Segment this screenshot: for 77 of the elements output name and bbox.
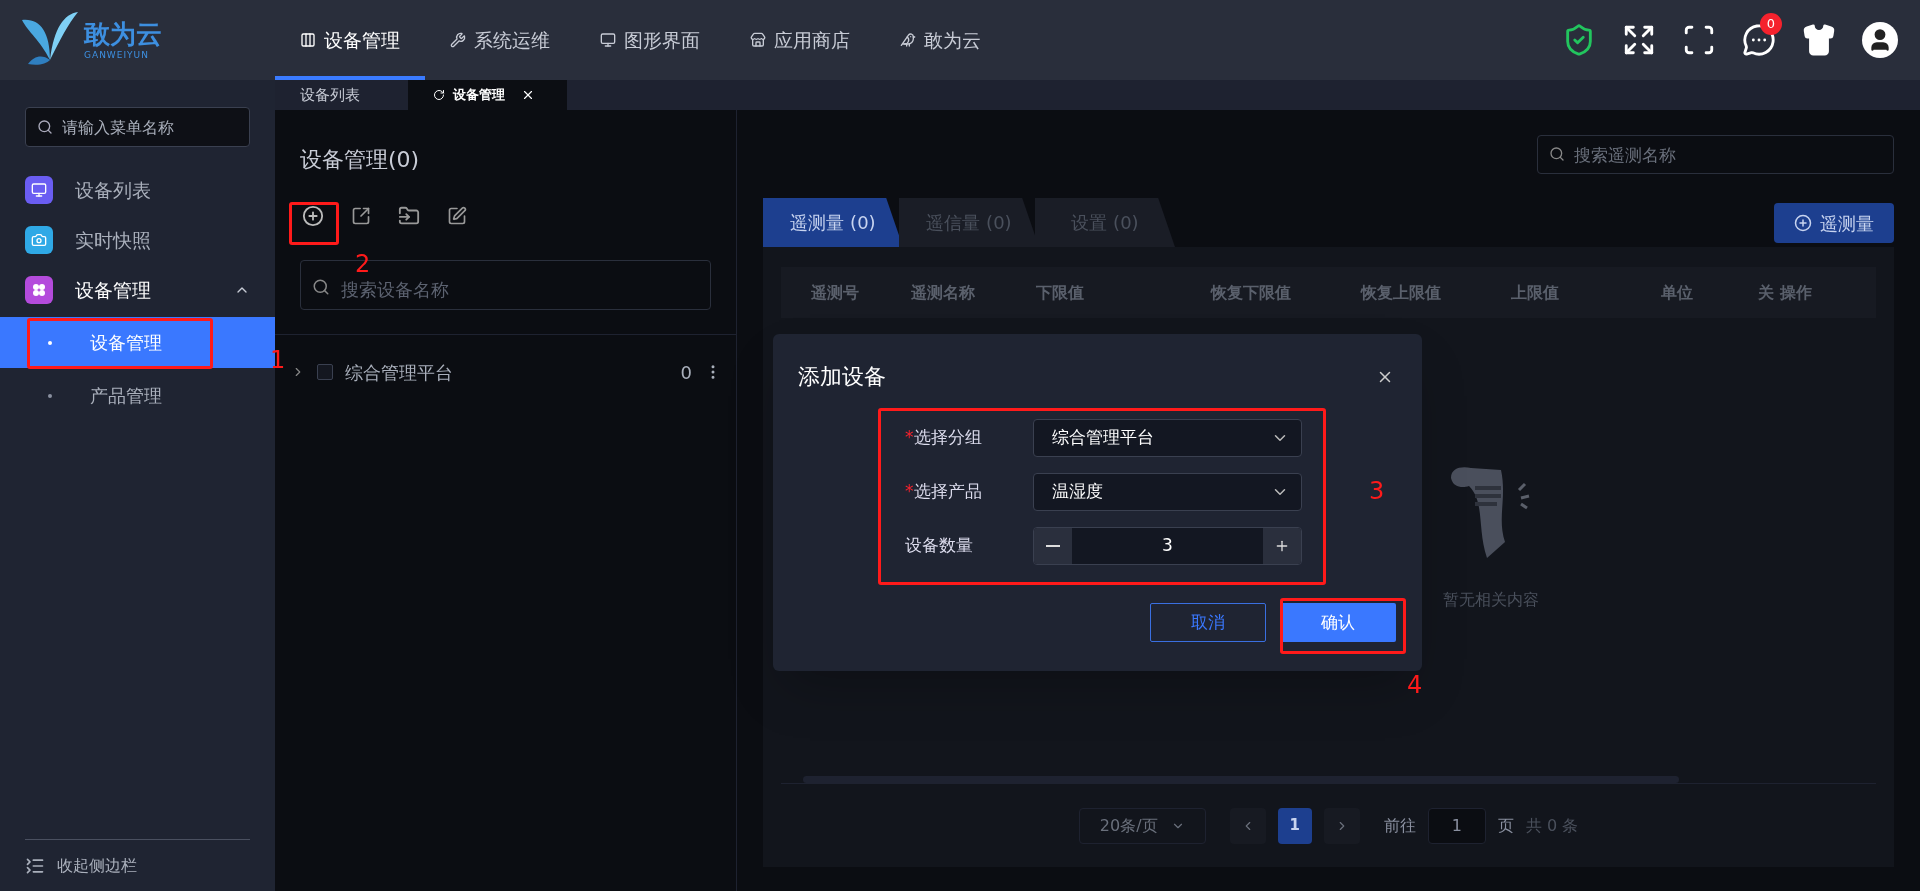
tree-label: 综合管理平台 xyxy=(345,360,453,385)
logo-subtitle: GANWEIYUN xyxy=(84,50,150,60)
goto-label: 前往 xyxy=(1383,814,1416,837)
dialog-title: 添加设备 xyxy=(798,363,886,391)
select-field[interactable]: 综合管理平台 xyxy=(1033,419,1302,457)
column-header: 上限值 xyxy=(1511,281,1560,304)
annotation-number: 3 xyxy=(1369,479,1385,503)
avatar-icon[interactable] xyxy=(1862,22,1898,58)
column-header: 恢复下限值 xyxy=(1211,281,1292,304)
store-icon xyxy=(750,32,766,48)
nav-tab[interactable]: 系统运维 xyxy=(425,0,575,80)
cancel-button[interactable]: 取消 xyxy=(1150,603,1266,642)
column-header: 下限值 xyxy=(1036,281,1085,304)
add-point-button[interactable]: 遥测量 xyxy=(1774,203,1894,243)
confirm-button[interactable]: 确认 xyxy=(1280,603,1396,642)
refresh-icon[interactable] xyxy=(433,89,445,101)
sidebar-item[interactable]: 设备列表 xyxy=(0,165,275,215)
sidebar-item[interactable]: 设备管理 xyxy=(0,265,275,315)
increase-button[interactable] xyxy=(1263,528,1301,564)
empty-text: 暂无相关内容 xyxy=(1443,589,1539,611)
sidebar-item[interactable]: 实时快照 xyxy=(0,215,275,265)
column-header: 遥测号 xyxy=(810,281,860,304)
collapse-icon[interactable] xyxy=(25,855,45,876)
minus-icon xyxy=(1046,545,1060,547)
logo-name: 敢为云 xyxy=(84,20,162,47)
shirt-icon[interactable] xyxy=(1802,23,1836,57)
field-label: 设备数量 xyxy=(905,534,974,558)
plus-icon xyxy=(1274,538,1290,554)
close-icon[interactable] xyxy=(521,88,535,102)
tree-checkbox[interactable] xyxy=(317,364,333,380)
add-icon xyxy=(1794,214,1812,232)
fullscreen-icon[interactable] xyxy=(1682,23,1716,57)
nav-tab[interactable]: 图形界面 xyxy=(575,0,725,80)
number-stepper[interactable]: 3 xyxy=(1033,527,1302,565)
annotation-frame xyxy=(289,202,339,245)
import-icon[interactable] xyxy=(398,205,420,227)
bullet-icon xyxy=(48,393,52,398)
columns-icon xyxy=(300,32,316,48)
point-search-field[interactable]: 搜索遥测名称 xyxy=(1537,135,1894,174)
annotation-number: 4 xyxy=(1407,673,1423,697)
tree-row[interactable]: 综合管理平台 0 xyxy=(291,353,736,391)
panel-title: 设备管理(0) xyxy=(299,146,421,174)
select-field[interactable]: 温湿度 xyxy=(1033,473,1302,511)
column-header: 恢复上限值 xyxy=(1361,281,1442,304)
column-header: 遥测名称 xyxy=(911,281,976,304)
export-icon[interactable] xyxy=(351,206,371,226)
total-count: 共 0 条 xyxy=(1525,814,1579,837)
bird-icon xyxy=(900,32,916,48)
decrease-button[interactable] xyxy=(1034,528,1072,564)
column-header: 单位 xyxy=(1661,281,1694,304)
notification-badge: 0 xyxy=(1760,13,1782,35)
bullet-icon xyxy=(48,340,52,345)
search-icon xyxy=(312,278,330,296)
monitor-icon xyxy=(600,32,616,48)
page-suffix: 页 xyxy=(1497,814,1514,837)
menu-search-field[interactable]: 请输入菜单名称 xyxy=(25,107,250,147)
search-icon xyxy=(37,119,53,135)
edit-icon[interactable] xyxy=(447,206,467,226)
add-icon[interactable] xyxy=(302,205,324,227)
page-size-select[interactable]: 20条/页 xyxy=(1078,807,1206,844)
page-tab[interactable]: 设备管理 xyxy=(408,80,567,110)
page-tab[interactable]: 设备列表 xyxy=(275,80,408,110)
column-header: 操作 xyxy=(1780,281,1813,304)
quantity-value[interactable]: 3 xyxy=(1072,528,1263,564)
search-icon xyxy=(1549,146,1565,162)
field-label: *选择产品 xyxy=(905,480,983,504)
field-label: *选择分组 xyxy=(905,426,983,450)
column-header: 关 xyxy=(1758,281,1775,304)
nav-tab[interactable]: 应用商店 xyxy=(725,0,875,80)
wrench-icon xyxy=(450,32,466,48)
tree-count: 0 xyxy=(680,360,692,385)
page-number[interactable]: 1 xyxy=(1277,807,1312,844)
goto-page-field[interactable]: 1 xyxy=(1427,807,1486,844)
expand-icon[interactable] xyxy=(1622,23,1656,57)
sidebar-subitem[interactable]: 产品管理 xyxy=(0,370,275,421)
collapse-sidebar-link[interactable]: 收起侧边栏 xyxy=(57,853,137,878)
nav-tab[interactable]: 敢为云 xyxy=(875,0,1006,80)
